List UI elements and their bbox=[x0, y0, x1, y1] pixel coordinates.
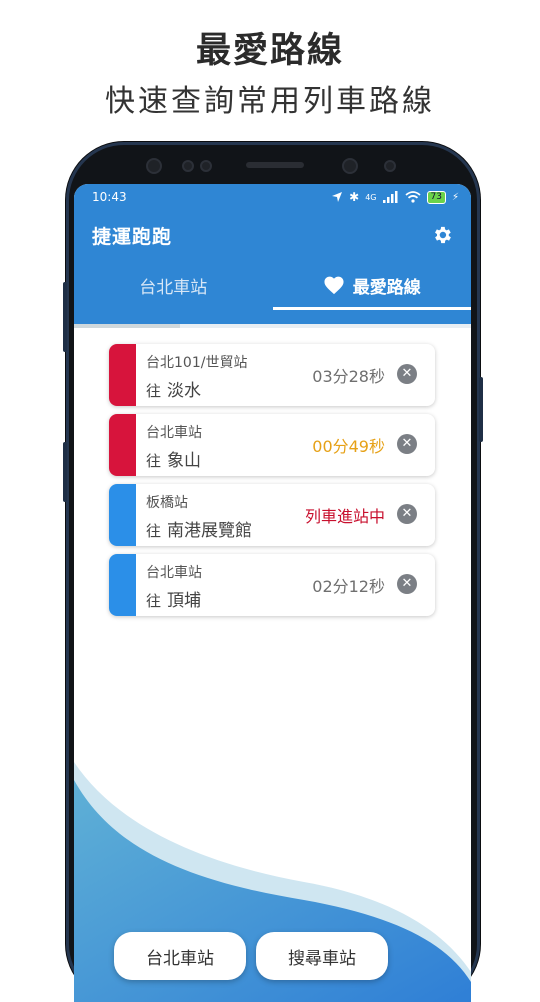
line-color-stripe bbox=[109, 554, 136, 616]
search-station-button[interactable]: 搜尋車站 bbox=[256, 932, 388, 980]
sensor-icon bbox=[182, 160, 194, 172]
side-key bbox=[479, 377, 483, 442]
tab-indicator bbox=[273, 307, 471, 310]
tab-taipei-station[interactable]: 台北車站 bbox=[74, 260, 273, 310]
favorite-route-card[interactable]: 台北車站往頂埔 02分12秒 ✕ bbox=[109, 554, 435, 616]
destination: 往頂埔 bbox=[146, 586, 201, 611]
station-name: 台北車站 bbox=[146, 425, 202, 441]
bluetooth-icon: ✱ bbox=[349, 190, 360, 204]
favorite-route-card[interactable]: 板橋站往南港展覽館 列車進站中 ✕ bbox=[109, 484, 435, 546]
front-camera-icon bbox=[146, 158, 162, 174]
heart-icon bbox=[324, 276, 344, 295]
battery-icon: 73 bbox=[426, 190, 446, 204]
station-name: 台北車站 bbox=[146, 565, 202, 581]
sensor-icon bbox=[200, 160, 212, 172]
promo-title: 最愛路線 bbox=[195, 31, 344, 71]
station-name: 板橋站 bbox=[146, 495, 188, 511]
destination-prefix: 往 bbox=[146, 382, 162, 400]
button-label: 搜尋車站 bbox=[288, 948, 356, 969]
volume-button bbox=[63, 282, 67, 352]
tab-favorites[interactable]: 最愛路線 bbox=[273, 260, 472, 310]
promo-subtitle: 快速查詢常用列車路線 bbox=[105, 84, 435, 119]
destination-prefix: 往 bbox=[146, 452, 162, 470]
gear-icon[interactable] bbox=[431, 224, 453, 246]
favorites-list: 台北101/世貿站往淡水 03分28秒 ✕ 台北車站往象山 00分49秒 ✕ 板橋站往南港展… bbox=[109, 344, 435, 624]
status-bar: 10:43 ✱ 4G 73 ⚡ bbox=[74, 184, 471, 210]
destination: 往淡水 bbox=[146, 376, 201, 401]
eta-label: 00分49秒 bbox=[312, 437, 385, 456]
refresh-progress-fill bbox=[74, 324, 180, 328]
tab-label: 台北車站 bbox=[139, 277, 208, 298]
app-title: 捷運跑跑 bbox=[92, 225, 173, 248]
status-time: 10:43 bbox=[92, 190, 127, 204]
charging-icon: ⚡ bbox=[451, 191, 459, 203]
eta-label: 列車進站中 bbox=[304, 507, 385, 526]
signal-icon bbox=[382, 191, 398, 203]
line-color-stripe bbox=[109, 344, 136, 406]
refresh-progress-bar bbox=[74, 324, 471, 328]
toolbar: 捷運跑跑 bbox=[74, 210, 471, 260]
power-button bbox=[63, 442, 67, 502]
earpiece-speaker bbox=[246, 162, 304, 168]
destination-prefix: 往 bbox=[146, 522, 162, 540]
eta-label: 02分12秒 bbox=[312, 577, 385, 596]
wifi-icon bbox=[404, 191, 421, 203]
eta-label: 03分28秒 bbox=[312, 367, 385, 386]
network-label: 4G bbox=[365, 192, 377, 202]
app-bar: 10:43 ✱ 4G 73 ⚡ 捷運跑跑 台北車站 最愛路線 bbox=[74, 184, 471, 324]
phone-frame: 10:43 ✱ 4G 73 ⚡ 捷運跑跑 台北車站 最愛路線 台北101/世貿站… bbox=[63, 142, 483, 1002]
favorite-route-card[interactable]: 台北101/世貿站往淡水 03分28秒 ✕ bbox=[109, 344, 435, 406]
remove-icon[interactable]: ✕ bbox=[397, 574, 417, 594]
station-name: 台北101/世貿站 bbox=[146, 355, 248, 371]
line-color-stripe bbox=[109, 414, 136, 476]
destination-prefix: 往 bbox=[146, 592, 162, 610]
sensor-icon bbox=[384, 160, 396, 172]
destination: 往象山 bbox=[146, 446, 201, 471]
remove-icon[interactable]: ✕ bbox=[397, 364, 417, 384]
destination-name: 頂埔 bbox=[167, 591, 202, 611]
location-icon bbox=[332, 192, 343, 202]
destination-name: 南港展覽館 bbox=[167, 521, 253, 541]
destination-name: 淡水 bbox=[167, 381, 202, 401]
line-color-stripe bbox=[109, 484, 136, 546]
destination: 往南港展覽館 bbox=[146, 516, 252, 541]
app-screen: 10:43 ✱ 4G 73 ⚡ 捷運跑跑 台北車站 最愛路線 台北101/世貿站… bbox=[74, 184, 471, 1002]
taipei-station-button[interactable]: 台北車站 bbox=[114, 932, 246, 980]
remove-icon[interactable]: ✕ bbox=[397, 504, 417, 524]
button-label: 台北車站 bbox=[146, 948, 214, 969]
favorite-route-card[interactable]: 台北車站往象山 00分49秒 ✕ bbox=[109, 414, 435, 476]
status-icons: ✱ 4G 73 ⚡ bbox=[331, 190, 459, 204]
iris-camera-icon bbox=[342, 158, 358, 174]
tab-bar: 台北車站 最愛路線 bbox=[74, 260, 471, 310]
tab-label: 最愛路線 bbox=[352, 277, 421, 298]
destination-name: 象山 bbox=[167, 451, 202, 471]
remove-icon[interactable]: ✕ bbox=[397, 434, 417, 454]
